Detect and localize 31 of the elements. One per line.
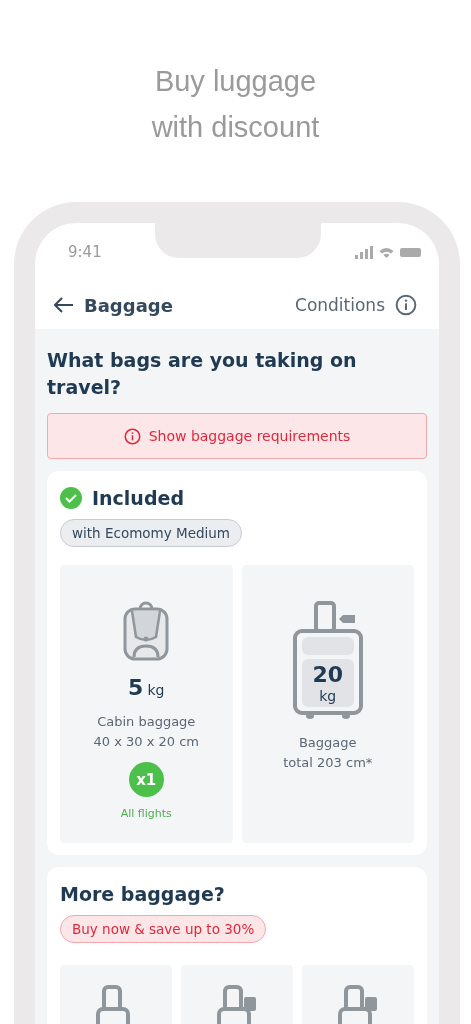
weight-value: 20: [312, 663, 344, 687]
status-time: 9:41: [68, 243, 102, 261]
included-title: Included: [92, 487, 184, 509]
info-icon: [123, 427, 141, 445]
weight-unit: kg: [319, 687, 337, 705]
info-icon: [395, 294, 417, 316]
tariff-tag: with Ecomomy Medium: [60, 519, 242, 547]
promo-title: with discount: [151, 110, 320, 145]
baggage-option[interactable]: [181, 965, 293, 1024]
question-heading: What bags are you taking on travel?: [47, 348, 358, 400]
back-arrow-icon: [54, 297, 74, 313]
baggage-option[interactable]: [60, 965, 172, 1024]
requirements-button[interactable]: Show baggage requirements: [47, 413, 427, 459]
count-badge: x1: [128, 762, 164, 797]
signal-icon: [355, 245, 373, 259]
flights-note: All flights: [120, 807, 172, 820]
backpack-icon: [122, 601, 171, 661]
more-baggage-title: More baggage?: [60, 883, 226, 905]
weight-unit: kg: [147, 682, 165, 698]
wifi-icon: [379, 246, 394, 258]
baggage-option[interactable]: [302, 965, 414, 1024]
conditions-link[interactable]: Conditions: [295, 294, 417, 316]
baggage-description: Baggage total 203 cm*: [283, 734, 373, 772]
suitcase-icon: [291, 601, 364, 721]
promo-title: Buy luggage: [154, 64, 317, 99]
weight-value: 5: [128, 675, 144, 700]
back-button[interactable]: Baggage: [54, 294, 173, 316]
baggage-description: Cabin baggage 40 x 30 x 20 cm: [93, 713, 199, 751]
check-icon: [60, 487, 82, 509]
battery-icon: [400, 247, 421, 257]
discount-tag: Buy now & save up to 30%: [60, 915, 267, 943]
